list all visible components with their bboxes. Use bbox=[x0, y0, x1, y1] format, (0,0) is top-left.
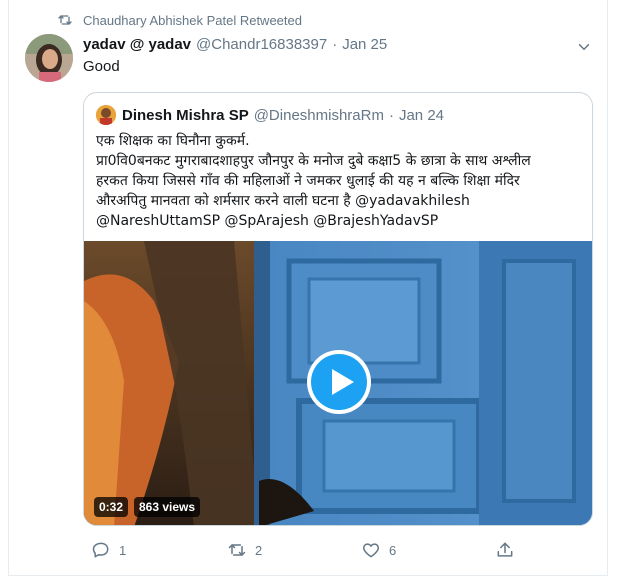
separator: · bbox=[332, 36, 338, 53]
retweet-icon bbox=[228, 544, 246, 556]
avatar[interactable] bbox=[25, 34, 73, 82]
video-player[interactable]: 0:32 863 views bbox=[84, 241, 592, 525]
quote-avatar-image bbox=[96, 105, 116, 125]
tweet-header: yadav @ yadav @Chandr16838397 · Jan 25 bbox=[83, 36, 591, 53]
quote-text: एक शिक्षक का घिनौना कुकर्म. प्रा0वि0बनकट… bbox=[96, 131, 586, 231]
quote-date[interactable]: Jan 24 bbox=[399, 107, 444, 124]
retweet-label: Chaudhary Abhishek Patel Retweeted bbox=[83, 12, 302, 28]
quote-line: एक शिक्षक का घिनौना कुकर्म. bbox=[96, 133, 250, 149]
chevron-down-icon[interactable] bbox=[575, 38, 593, 56]
quote-line: @NareshUttamSP @SpArajesh @BrajeshYadavS… bbox=[96, 213, 439, 229]
like-icon bbox=[362, 543, 380, 558]
avatar-image bbox=[25, 34, 73, 82]
retweet-button[interactable]: 2 bbox=[227, 540, 262, 560]
like-count: 6 bbox=[389, 542, 397, 558]
author-handle[interactable]: @Chandr16838397 bbox=[196, 36, 327, 53]
quote-line: प्रा0वि0बनकट मुगराबादशाहपुर जौनपुर के मन… bbox=[96, 153, 531, 169]
retweet-icon bbox=[58, 15, 72, 25]
share-button[interactable] bbox=[495, 540, 523, 560]
separator: · bbox=[388, 106, 394, 124]
quote-author-name[interactable]: Dinesh Mishra SP bbox=[122, 107, 249, 124]
like-button[interactable]: 6 bbox=[361, 540, 396, 560]
quoted-tweet[interactable]: Dinesh Mishra SP @DineshmishraRm · Jan 2… bbox=[83, 92, 593, 526]
tweet-actions: 1 2 6 bbox=[83, 540, 523, 564]
retweet-context[interactable]: Chaudhary Abhishek Patel Retweeted bbox=[57, 12, 302, 28]
share-icon bbox=[497, 542, 513, 557]
tweet-text: Good bbox=[83, 58, 120, 75]
video-duration: 0:32 bbox=[94, 497, 129, 517]
play-icon[interactable] bbox=[306, 349, 372, 415]
quote-avatar[interactable] bbox=[96, 105, 116, 125]
reply-count: 1 bbox=[119, 542, 127, 558]
video-views: 863 views bbox=[134, 497, 201, 517]
tweet-date[interactable]: Jan 25 bbox=[342, 36, 387, 53]
tweet-card[interactable]: Chaudhary Abhishek Patel Retweeted yadav… bbox=[8, 0, 608, 576]
reply-icon bbox=[92, 542, 109, 558]
retweet-count: 2 bbox=[255, 542, 263, 558]
quote-line: हरकत किया जिससे गाँव की महिलाओं ने जमकर … bbox=[96, 173, 520, 189]
quote-line: औरअपितु मानवता को शर्मसार करने वाली घटना… bbox=[96, 193, 470, 209]
quote-header: Dinesh Mishra SP @DineshmishraRm · Jan 2… bbox=[96, 105, 444, 125]
author-name[interactable]: yadav @ yadav bbox=[83, 36, 191, 53]
reply-button[interactable]: 1 bbox=[91, 540, 126, 560]
quote-author-handle[interactable]: @DineshmishraRm bbox=[254, 107, 384, 124]
